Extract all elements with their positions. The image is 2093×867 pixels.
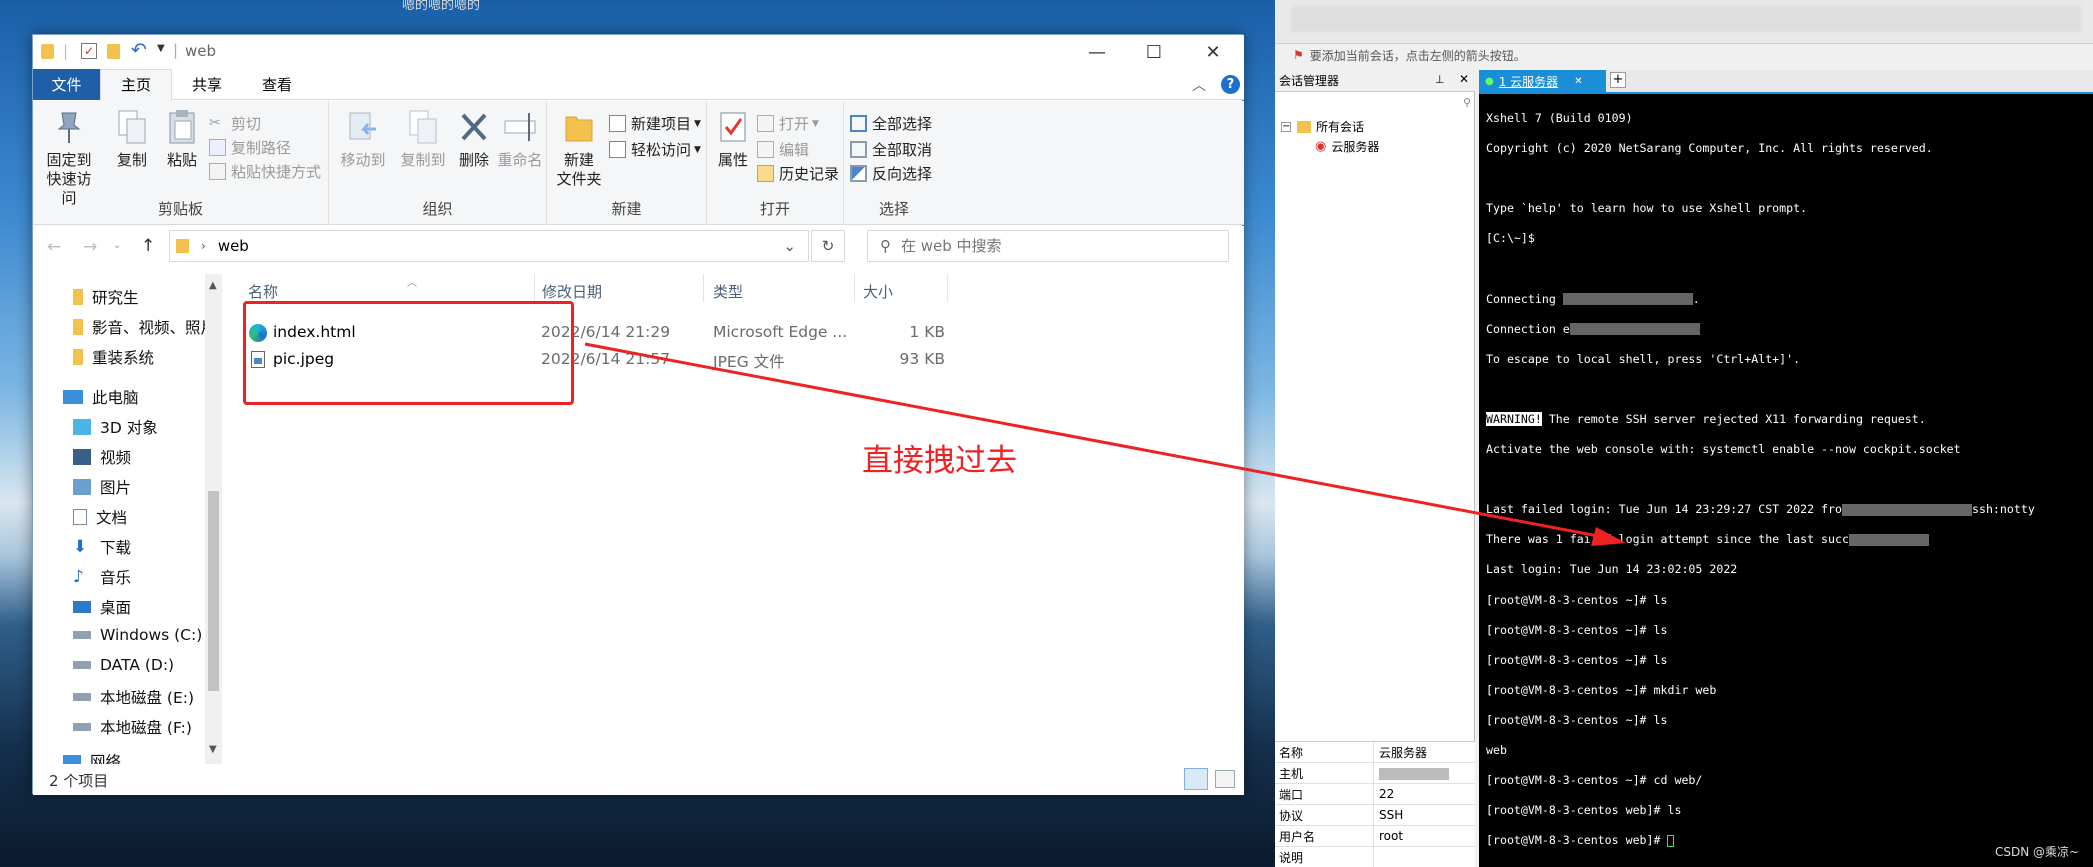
- drag-arrow: [584, 342, 1626, 546]
- watermark: CSDN @乘凉~: [1995, 845, 2080, 859]
- arrow-head-icon: [1591, 527, 1626, 546]
- arrow-line: [584, 342, 1599, 538]
